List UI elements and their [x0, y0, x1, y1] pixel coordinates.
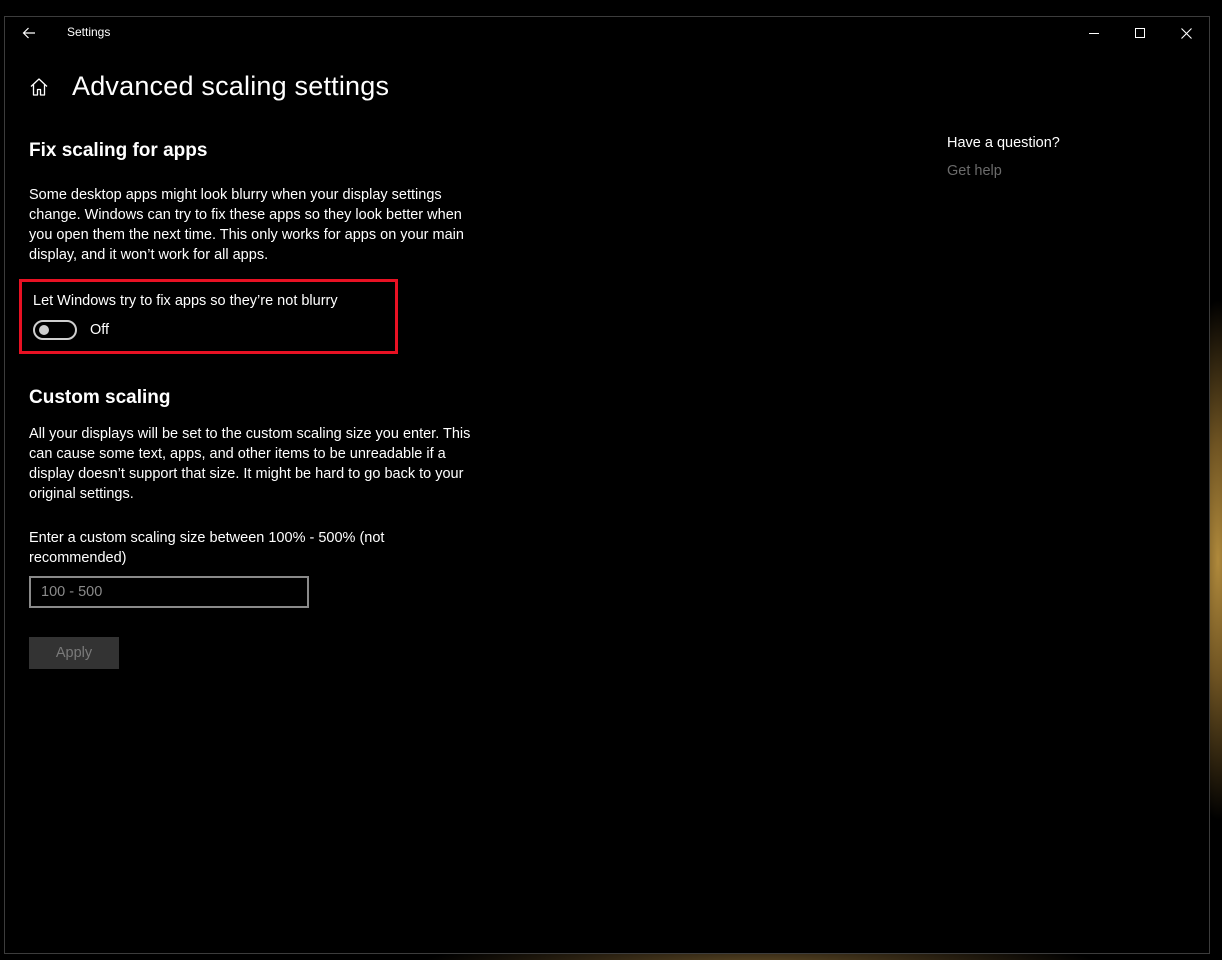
settings-window: Settings Advanced scaling settings Fix s… [4, 16, 1210, 954]
arrow-left-icon [22, 27, 35, 39]
main-content: Fix scaling for apps Some desktop apps m… [29, 135, 489, 669]
title-bar: Settings [5, 17, 1209, 49]
maximize-icon [1135, 28, 1145, 38]
back-button[interactable] [13, 21, 45, 45]
home-button[interactable] [25, 73, 53, 101]
toggle-knob [39, 325, 49, 335]
custom-scaling-title: Custom scaling [29, 387, 171, 408]
page-header: Advanced scaling settings [25, 71, 389, 102]
close-button[interactable] [1163, 17, 1209, 49]
maximize-button[interactable] [1117, 17, 1163, 49]
custom-scaling-input[interactable] [29, 576, 309, 608]
window-controls [1071, 17, 1209, 49]
help-panel-title: Have a question? [947, 135, 1060, 151]
home-icon [30, 77, 48, 96]
page-title: Advanced scaling settings [72, 71, 390, 101]
minimize-button[interactable] [1071, 17, 1117, 49]
fix-scaling-description: Some desktop apps might look blurry when… [29, 187, 464, 263]
blurry-apps-toggle-label: Let Windows try to fix apps so they’re n… [33, 293, 338, 309]
custom-scaling-description: All your displays will be set to the cus… [29, 426, 471, 502]
blurry-apps-toggle-row: Off [33, 320, 109, 340]
fix-scaling-title: Fix scaling for apps [29, 140, 208, 161]
apply-button[interactable]: Apply [29, 637, 119, 669]
close-icon [1180, 27, 1192, 39]
help-panel: Have a question? Get help [947, 133, 1060, 181]
blurry-apps-toggle-highlight: Let Windows try to fix apps so they’re n… [19, 279, 398, 354]
blurry-apps-toggle-switch[interactable] [33, 320, 77, 340]
toggle-state-text: Off [90, 322, 110, 338]
custom-scaling-input-label: Enter a custom scaling size between 100%… [29, 530, 385, 566]
get-help-link[interactable]: Get help [947, 161, 1060, 181]
window-title: Settings [67, 25, 111, 39]
minimize-icon [1089, 33, 1099, 34]
